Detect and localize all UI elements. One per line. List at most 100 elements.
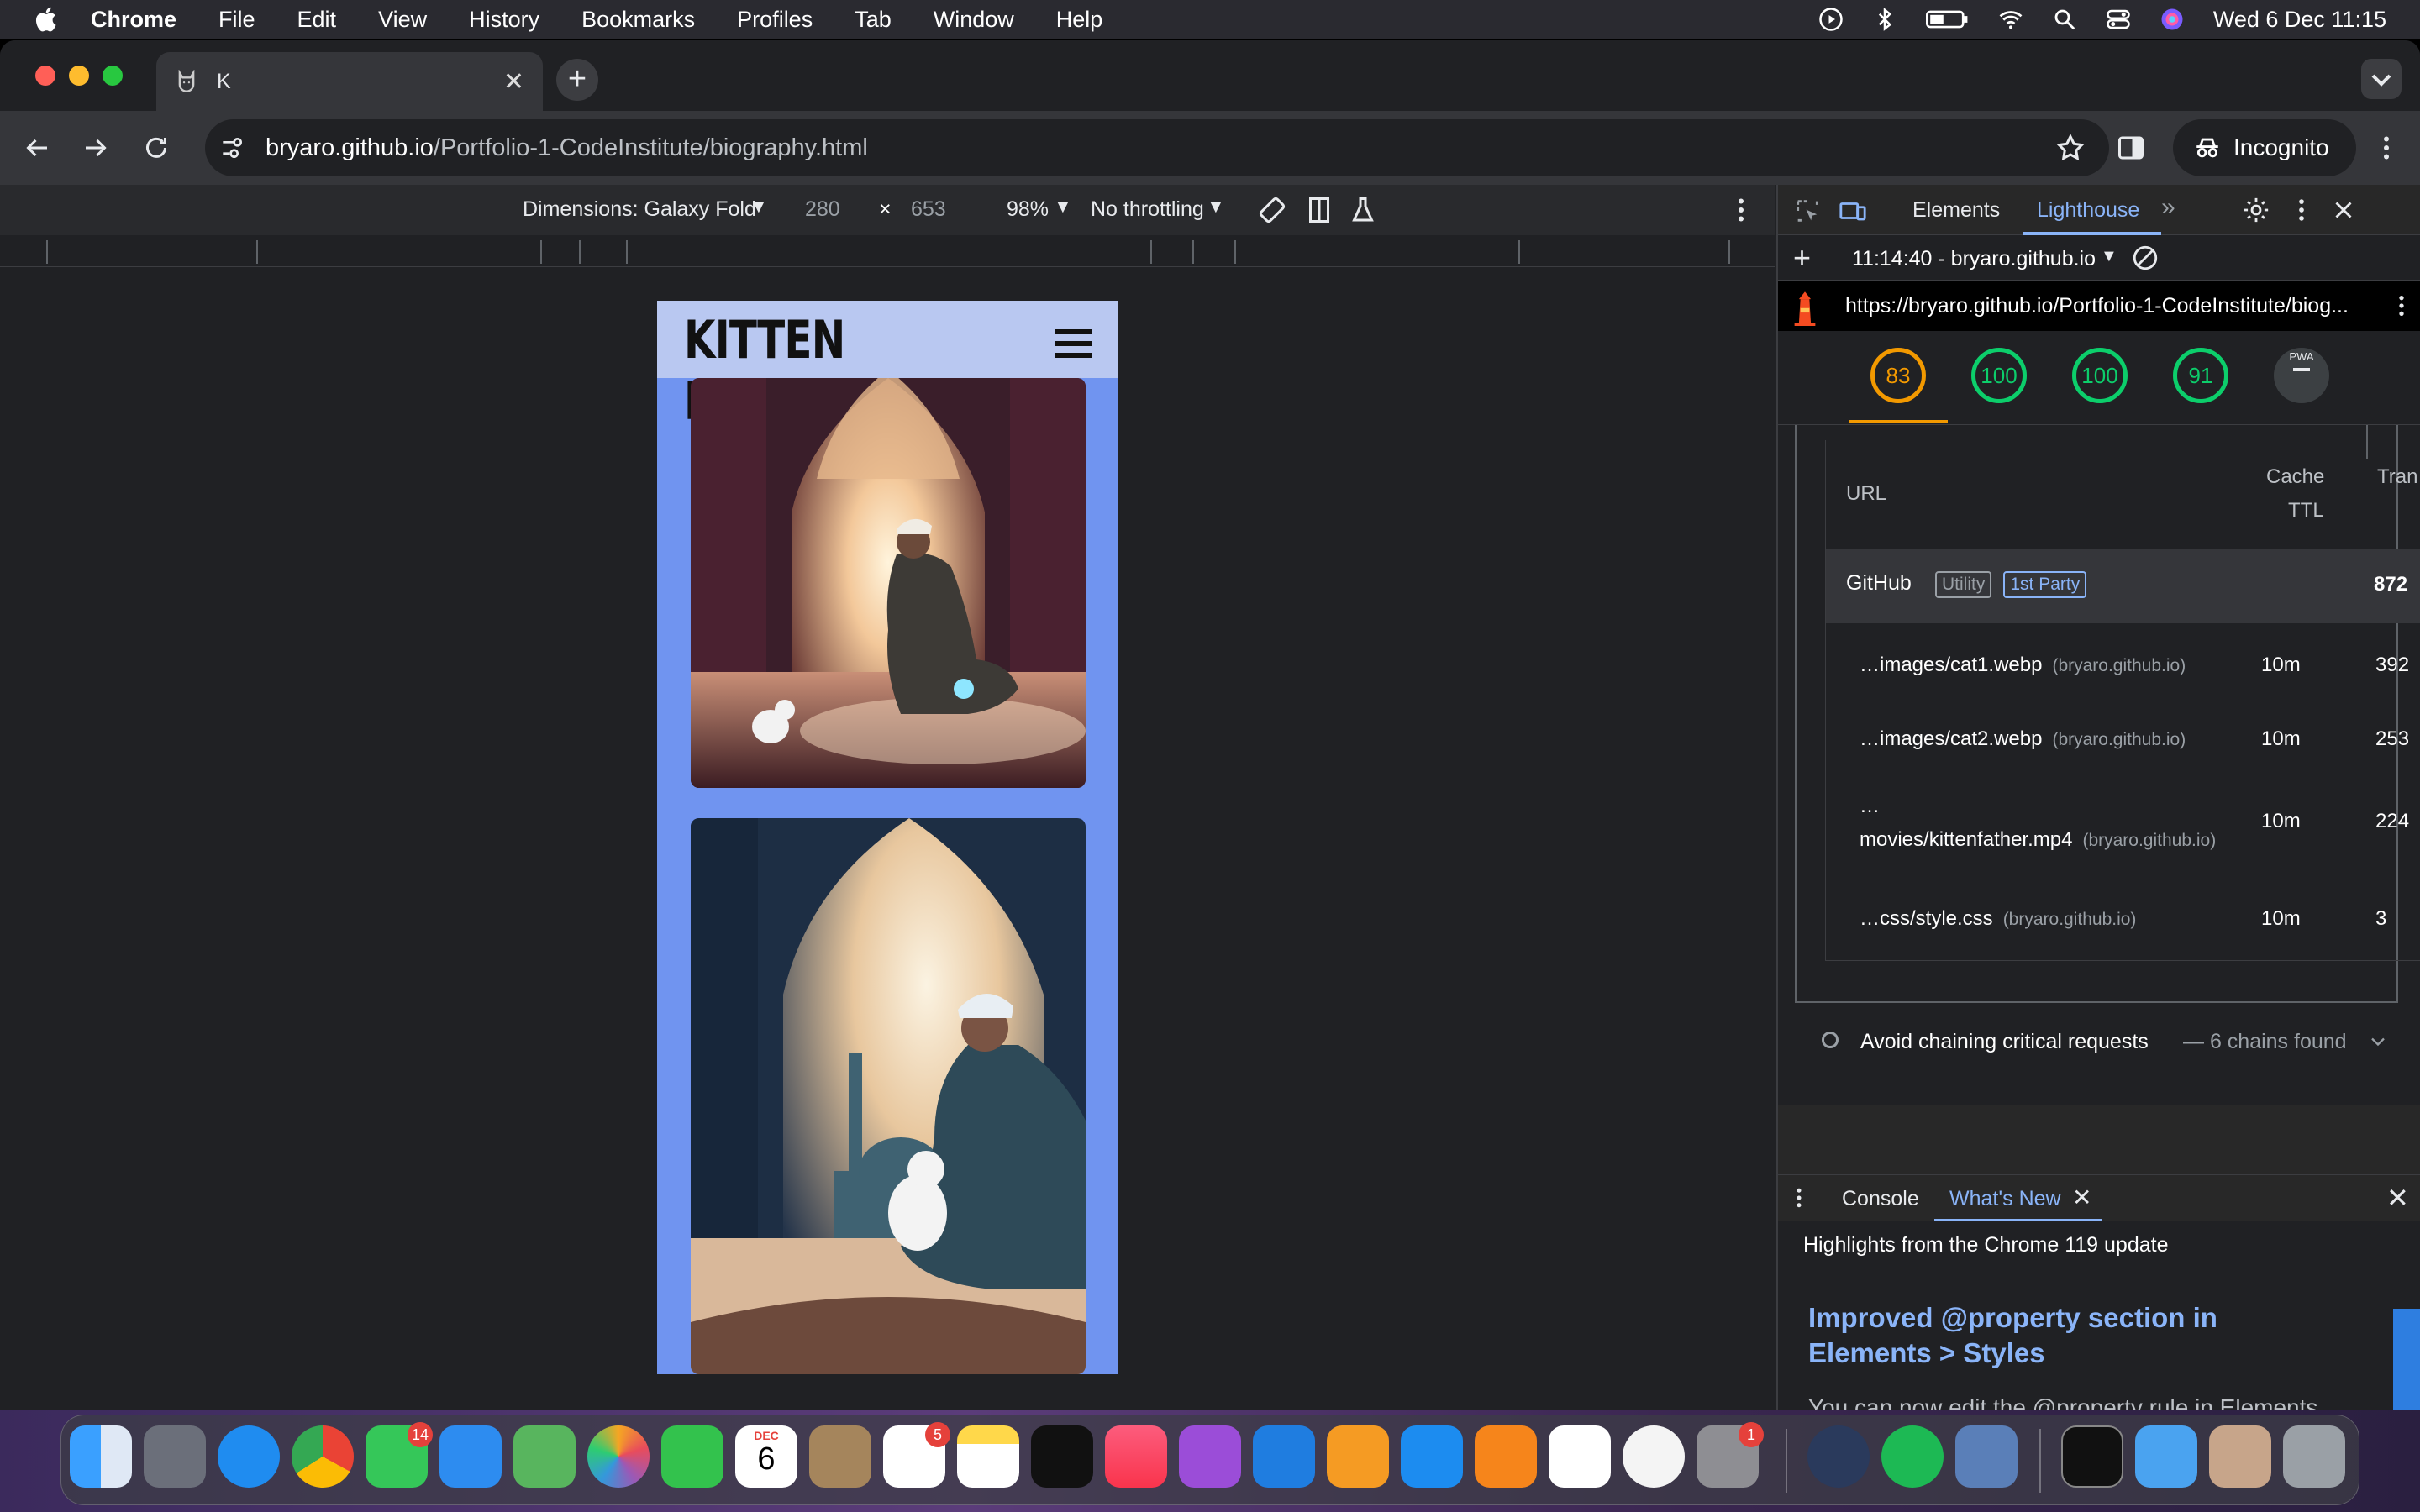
- maps-icon[interactable]: [513, 1425, 576, 1488]
- drawer-menu-icon[interactable]: [1786, 1185, 1812, 1210]
- menu-clock[interactable]: Wed 6 Dec 11:15: [2213, 7, 2386, 33]
- menu-edit[interactable]: Edit: [297, 7, 337, 33]
- new-tab-button[interactable]: +: [556, 59, 598, 101]
- menu-bookmarks[interactable]: Bookmarks: [581, 7, 695, 33]
- performance-score-gauge[interactable]: 83: [1870, 348, 1926, 403]
- messages-icon[interactable]: 14: [366, 1422, 433, 1488]
- bluetooth-icon[interactable]: [1872, 7, 1897, 32]
- contacts-icon[interactable]: [809, 1425, 871, 1488]
- keynote-icon[interactable]: [1253, 1425, 1315, 1488]
- close-devtools-icon[interactable]: [2329, 196, 2358, 224]
- slack-icon[interactable]: [1549, 1425, 1611, 1488]
- table-row[interactable]: …images/cat1.webp (bryaro.github.io) 10m …: [1826, 640, 2420, 690]
- smiley-app-icon[interactable]: [1623, 1425, 1685, 1488]
- control-center-icon[interactable]: [2106, 7, 2131, 32]
- siri-icon[interactable]: [2160, 7, 2185, 32]
- experiments-flask-icon[interactable]: [1348, 195, 1378, 225]
- media-query-ruler[interactable]: [0, 235, 1775, 267]
- pwa-badge[interactable]: PWA: [2274, 348, 2329, 403]
- forward-arrow-icon[interactable]: [81, 133, 111, 163]
- launchpad-icon[interactable]: [144, 1425, 206, 1488]
- music-icon[interactable]: [1105, 1425, 1167, 1488]
- system-settings-icon[interactable]: 1: [1697, 1422, 1764, 1488]
- table-row[interactable]: … movies/kittenfather.mp4 (bryaro.github.…: [1826, 788, 2420, 872]
- photos-icon[interactable]: [587, 1425, 650, 1488]
- tab-elements[interactable]: Elements: [1912, 198, 2000, 223]
- battery-icon[interactable]: [1925, 7, 1970, 32]
- whats-new-headline[interactable]: Improved @property section in Elements >…: [1808, 1300, 2312, 1371]
- calendar-icon[interactable]: DEC 6: [735, 1425, 797, 1488]
- tab-search-chevron-icon[interactable]: [2361, 59, 2402, 99]
- quicktime-icon[interactable]: [1807, 1425, 1870, 1488]
- browser-menu-icon[interactable]: [2371, 133, 2402, 163]
- close-drawer-icon[interactable]: ✕: [2386, 1182, 2409, 1214]
- report-url[interactable]: https://bryaro.github.io/Portfolio-1-Cod…: [1845, 294, 2349, 318]
- pages-icon[interactable]: [1327, 1425, 1389, 1488]
- menu-file[interactable]: File: [218, 7, 255, 33]
- zoom-caret-icon[interactable]: ▼: [1054, 196, 1072, 218]
- spotify-icon[interactable]: [1881, 1425, 1944, 1488]
- report-selector[interactable]: 11:14:40 - bryaro.github.io: [1852, 247, 2096, 271]
- safari-icon[interactable]: [218, 1425, 280, 1488]
- site-settings-icon[interactable]: [218, 134, 245, 161]
- viewport-height-input[interactable]: 653: [911, 197, 946, 222]
- menu-tab[interactable]: Tab: [855, 7, 892, 33]
- reminders-icon[interactable]: 5: [883, 1422, 950, 1488]
- hamburger-menu-icon[interactable]: [1055, 329, 1092, 360]
- facetime-icon[interactable]: [661, 1425, 723, 1488]
- close-whats-new-tab-icon[interactable]: ✕: [2072, 1184, 2091, 1211]
- incognito-indicator[interactable]: Incognito: [2173, 119, 2356, 176]
- chrome-icon[interactable]: [292, 1425, 354, 1488]
- drawer-tab-whats-new[interactable]: What's New: [1949, 1187, 2061, 1211]
- side-panel-icon[interactable]: [2116, 133, 2146, 163]
- minimize-window-button[interactable]: [69, 66, 89, 86]
- dimensions-dropdown-caret-icon[interactable]: ▼: [750, 196, 768, 218]
- menu-view[interactable]: View: [378, 7, 427, 33]
- back-arrow-icon[interactable]: [22, 133, 52, 163]
- more-tabs-chevron-icon[interactable]: »: [2161, 193, 2175, 222]
- spotlight-search-icon[interactable]: [2052, 7, 2077, 32]
- downloads-folder-icon[interactable]: [2135, 1425, 2197, 1488]
- report-menu-icon[interactable]: [2388, 292, 2415, 319]
- mail-icon[interactable]: [439, 1425, 502, 1488]
- preview-icon[interactable]: [1955, 1425, 2018, 1488]
- apple-tv-icon[interactable]: [1031, 1425, 1093, 1488]
- audit-row-critical-chains[interactable]: Avoid chaining critical requests — 6 cha…: [1778, 1013, 2420, 1072]
- zoom-window-button[interactable]: [103, 66, 123, 86]
- browser-tab[interactable]: K ✕: [156, 52, 543, 111]
- menu-window[interactable]: Window: [934, 7, 1014, 33]
- throttling-caret-icon[interactable]: ▼: [1207, 196, 1225, 218]
- play-circle-icon[interactable]: [1818, 7, 1844, 32]
- tab-lighthouse[interactable]: Lighthouse: [2037, 198, 2139, 223]
- rotate-icon[interactable]: [1257, 195, 1287, 225]
- app-store-icon[interactable]: [1401, 1425, 1463, 1488]
- clear-reports-icon[interactable]: [2131, 244, 2160, 272]
- finder-icon[interactable]: [70, 1425, 132, 1488]
- wifi-icon[interactable]: [1998, 7, 2023, 32]
- inspect-element-icon[interactable]: [1793, 197, 1822, 225]
- metamask-icon[interactable]: [1475, 1425, 1537, 1488]
- drawer-tab-console[interactable]: Console: [1842, 1187, 1919, 1211]
- viewport-width-input[interactable]: 280: [805, 197, 840, 222]
- recent-window-thumbnail[interactable]: [2061, 1425, 2123, 1488]
- expand-chevron-icon[interactable]: [2366, 1030, 2390, 1053]
- table-row[interactable]: …css/style.css (bryaro.github.io) 10m 3: [1826, 894, 2420, 944]
- trash-icon[interactable]: [2283, 1425, 2345, 1488]
- address-bar[interactable]: bryaro.github.io/Portfolio-1-CodeInstitu…: [205, 119, 2109, 176]
- throttling-dropdown[interactable]: No throttling: [1091, 197, 1204, 222]
- close-tab-icon[interactable]: ✕: [503, 67, 524, 97]
- menu-app-name[interactable]: Chrome: [91, 7, 176, 33]
- zoom-dropdown[interactable]: 98%: [1007, 197, 1049, 222]
- devtools-menu-icon[interactable]: [2287, 196, 2316, 224]
- device-mode-icon[interactable]: [1839, 197, 1867, 225]
- reload-icon[interactable]: [141, 133, 171, 163]
- table-group-row[interactable]: GitHub Utility 1st Party 872: [1826, 549, 2420, 623]
- best-practices-score-gauge[interactable]: 100: [2072, 348, 2128, 403]
- menu-history[interactable]: History: [469, 7, 539, 33]
- close-window-button[interactable]: [35, 66, 55, 86]
- bookmark-star-icon[interactable]: [2055, 133, 2086, 163]
- device-toolbar-more-icon[interactable]: [1726, 195, 1756, 225]
- dual-screen-icon[interactable]: [1304, 195, 1334, 225]
- apple-logo-icon[interactable]: [32, 4, 62, 34]
- accessibility-score-gauge[interactable]: 100: [1971, 348, 2027, 403]
